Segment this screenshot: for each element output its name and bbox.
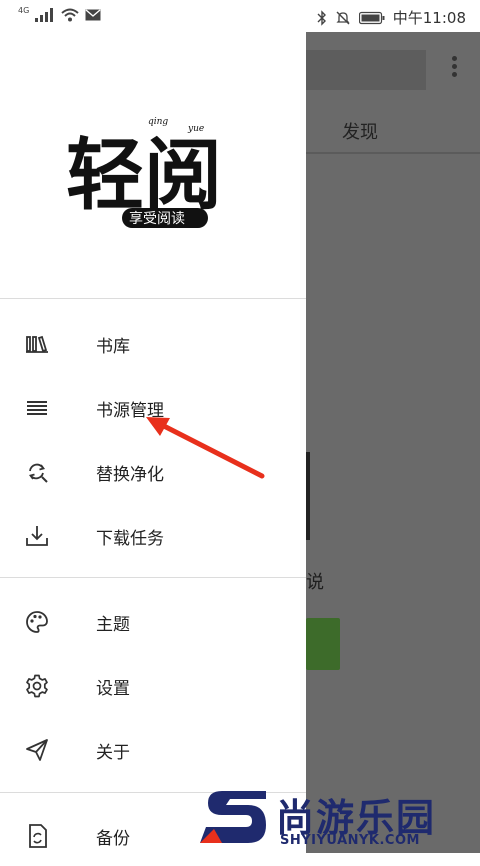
watermark-english: SHYIYUANYK.COM [280, 833, 420, 848]
more-menu-icon [452, 56, 458, 80]
background-partial-text: 说 [306, 572, 324, 593]
menu-item-library[interactable]: 书库 [0, 314, 306, 374]
send-icon [26, 739, 48, 761]
replace-icon [28, 463, 48, 483]
background-card-edge [306, 452, 310, 540]
backup-icon [29, 824, 47, 848]
watermark-logo-icon [200, 791, 266, 843]
download-icon [26, 526, 48, 546]
clock: 中午11:08 [392, 9, 466, 27]
wifi-icon [61, 8, 79, 22]
logo-pinyin-left: qing [148, 117, 168, 127]
menu-label-settings: 设置 [96, 678, 130, 699]
background-app-overlay[interactable]: 发现 说 [306, 32, 480, 853]
menu-item-about[interactable]: 关于 [0, 720, 306, 780]
menu-label-backup: 备份 [96, 828, 130, 849]
background-tab-divider [306, 152, 480, 154]
menu-label-download-tasks: 下载任务 [96, 528, 164, 549]
menu-label-theme: 主题 [96, 614, 130, 635]
tab-discover: 发现 [342, 122, 378, 143]
watermark: 尚游乐园 SHYIYUANYK.COM [200, 785, 480, 853]
section-divider-1 [0, 577, 306, 578]
logo-subtitle: 享受阅读 [129, 210, 185, 227]
gear-icon [26, 674, 48, 698]
palette-icon [26, 611, 48, 633]
mail-icon [85, 9, 101, 21]
background-search-bar [306, 50, 426, 90]
menu-item-settings[interactable]: 设置 [0, 656, 306, 716]
signal-icon [35, 8, 54, 22]
annotation-arrow-icon [146, 417, 265, 479]
menu-item-theme[interactable]: 主题 [0, 592, 306, 652]
bluetooth-icon [317, 9, 326, 26]
bookshelf-icon [26, 335, 48, 353]
list-icon [27, 401, 47, 415]
app-logo: qing yue 轻阅 享受阅读 [60, 104, 260, 244]
status-left: 4G [18, 6, 101, 22]
battery-icon [358, 11, 385, 24]
menu-label-about: 关于 [96, 742, 130, 763]
status-right: 中午11:08 [317, 7, 466, 28]
header-divider [0, 298, 306, 299]
logo-title: 轻阅 [66, 130, 222, 221]
status-bar: 4G 中午11:08 [0, 0, 480, 32]
menu-label-library: 书库 [96, 336, 130, 357]
background-green-button [306, 618, 340, 670]
network-type: 4G [18, 6, 30, 15]
menu-item-download-tasks[interactable]: 下载任务 [0, 506, 306, 566]
mute-bell-icon [336, 11, 350, 24]
